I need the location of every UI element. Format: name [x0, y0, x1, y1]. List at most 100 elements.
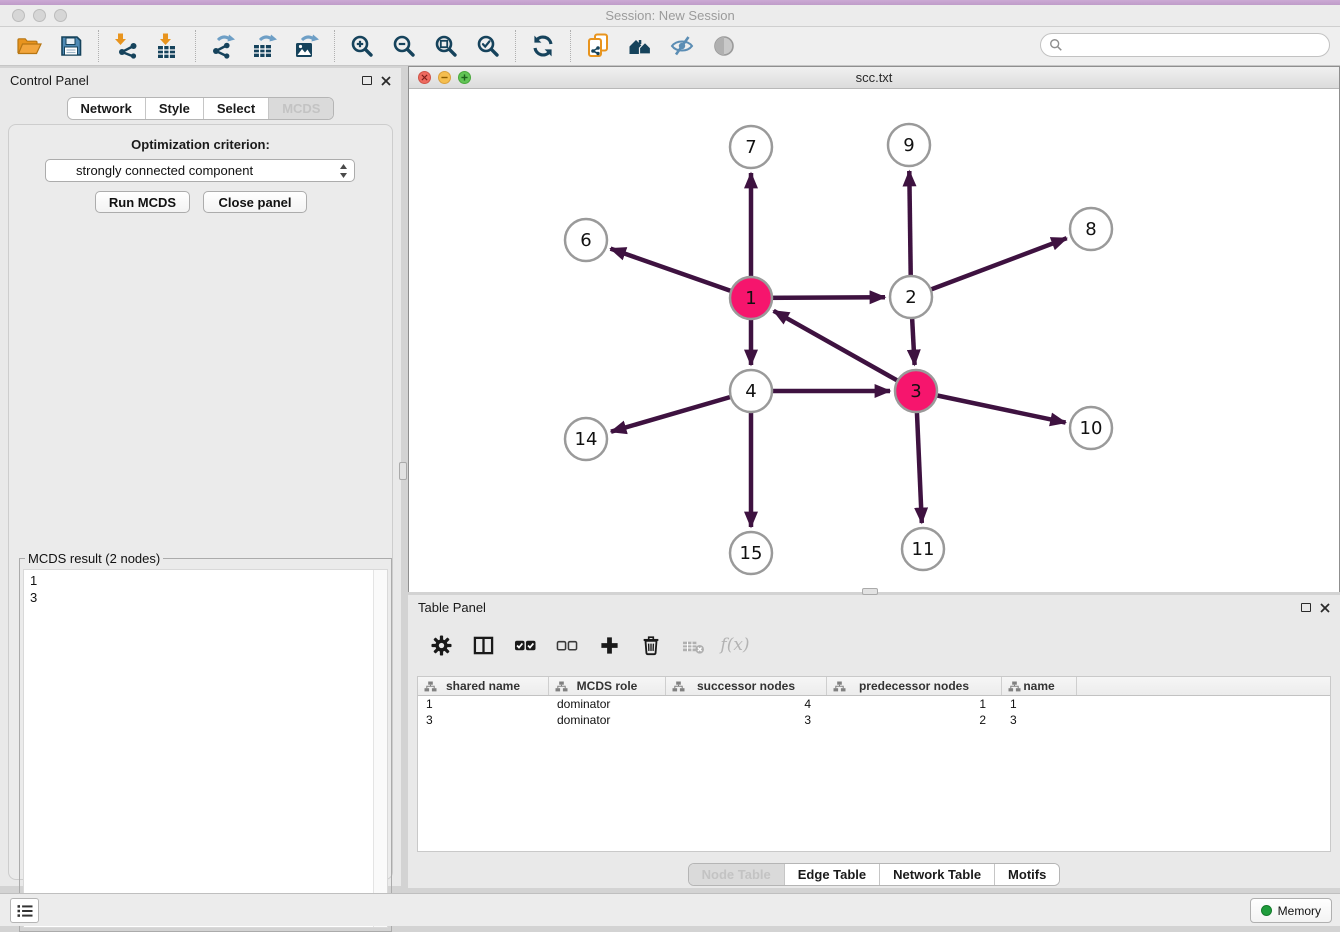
column-header-label: MCDS role: [577, 679, 638, 693]
graph-node-label-10: 10: [1080, 418, 1103, 439]
zoom-out-button[interactable]: [388, 30, 420, 62]
zoom-in-button[interactable]: [346, 30, 378, 62]
eye-slash-icon: [670, 34, 694, 58]
checked-boxes-icon: [514, 635, 536, 656]
horizontal-splitter-handle[interactable]: [862, 588, 878, 595]
export-image-button[interactable]: [291, 30, 323, 62]
toolbar-separator: [515, 30, 516, 62]
table-row[interactable]: 3dominator323: [418, 712, 1330, 728]
network-title: scc.txt: [409, 70, 1339, 85]
graph-node-label-14: 14: [575, 429, 598, 450]
control-panel-tabbar: Network Style Select MCDS: [67, 97, 335, 120]
search-icon: [1049, 38, 1063, 52]
tab-node-table[interactable]: Node Table: [689, 864, 785, 885]
zoom-fit-icon: [434, 34, 458, 58]
tab-select[interactable]: Select: [204, 98, 269, 119]
tab-network-table[interactable]: Network Table: [880, 864, 995, 885]
optimization-criterion-label: Optimization criterion:: [9, 137, 392, 152]
main-toolbar: [0, 27, 1340, 66]
network-graph: 1234678910111415: [409, 89, 1339, 592]
memory-button[interactable]: Memory: [1250, 898, 1332, 923]
refresh-icon: [531, 34, 555, 58]
mcds-result-text[interactable]: 1 3: [23, 569, 388, 928]
close-panel-button[interactable]: Close panel: [203, 191, 307, 213]
hierarchy-icon: [555, 681, 568, 692]
toolbar-separator: [98, 30, 99, 62]
import-network-button[interactable]: [110, 30, 142, 62]
zoom-out-icon: [392, 34, 416, 58]
open-session-button[interactable]: [13, 30, 45, 62]
graph-edge-3-1[interactable]: [774, 311, 916, 391]
zoom-fit-button[interactable]: [430, 30, 462, 62]
show-panels-button[interactable]: [708, 30, 740, 62]
function-builder-button[interactable]: f(x): [722, 632, 748, 658]
save-floppy-icon: [59, 34, 83, 58]
apply-layout-button[interactable]: [527, 30, 559, 62]
column-header-predecessor-nodes[interactable]: predecessor nodes: [827, 677, 1002, 695]
float-panel-icon[interactable]: [362, 76, 372, 85]
column-header-shared-name[interactable]: shared name: [418, 677, 549, 695]
task-history-button[interactable]: [10, 898, 39, 923]
run-mcds-button[interactable]: Run MCDS: [95, 191, 190, 213]
result-scrollbar[interactable]: [373, 570, 387, 927]
column-header-label: successor nodes: [697, 679, 795, 693]
save-session-button[interactable]: [55, 30, 87, 62]
mcds-result-box: MCDS result (2 nodes) 1 3: [19, 551, 392, 932]
tab-edge-table[interactable]: Edge Table: [785, 864, 880, 885]
close-panel-icon[interactable]: [381, 76, 391, 86]
graph-edge-2-8[interactable]: [911, 238, 1067, 297]
network-view-window: scc.txt 1234678910111415: [408, 66, 1340, 592]
network-canvas[interactable]: 1234678910111415: [409, 89, 1339, 592]
tab-mcds[interactable]: MCDS: [269, 98, 333, 119]
float-table-panel-icon[interactable]: [1301, 603, 1311, 612]
control-panel: Control Panel Network Style Select MCDS …: [0, 68, 401, 886]
deselect-all-button[interactable]: [554, 632, 580, 658]
hierarchy-icon: [833, 681, 846, 692]
selected-criterion: strongly connected component: [52, 163, 339, 178]
table-cell: 4: [666, 696, 827, 712]
search-input[interactable]: [1068, 38, 1329, 52]
zoom-in-icon: [350, 34, 374, 58]
add-column-button[interactable]: [596, 632, 622, 658]
delete-column-button[interactable]: [638, 632, 664, 658]
select-stepper-icon: [339, 163, 348, 179]
column-header-MCDS-role[interactable]: MCDS role: [549, 677, 666, 695]
import-table-button[interactable]: [152, 30, 184, 62]
table-row[interactable]: 1dominator411: [418, 696, 1330, 712]
clone-network-button[interactable]: [582, 30, 614, 62]
zoom-selected-button[interactable]: [472, 30, 504, 62]
memory-status-dot: [1261, 905, 1272, 916]
delete-table-button[interactable]: [680, 632, 706, 658]
import-network-icon: [113, 33, 139, 59]
column-header-successor-nodes[interactable]: successor nodes: [666, 677, 827, 695]
tab-style[interactable]: Style: [146, 98, 204, 119]
graph-edge-1-6[interactable]: [611, 249, 752, 298]
graph-node-label-1: 1: [745, 288, 756, 309]
fx-icon: f(x): [720, 635, 749, 655]
vertical-splitter-handle[interactable]: [399, 462, 407, 480]
list-icon: [15, 901, 35, 921]
tab-motifs[interactable]: Motifs: [995, 864, 1059, 885]
column-header-name[interactable]: name: [1002, 677, 1077, 695]
table-options-button[interactable]: [428, 632, 454, 658]
tab-network[interactable]: Network: [68, 98, 146, 119]
export-network-icon: [210, 33, 236, 59]
select-all-button[interactable]: [512, 632, 538, 658]
toolbar-separator: [334, 30, 335, 62]
column-layout-button[interactable]: [470, 632, 496, 658]
graph-edge-3-10[interactable]: [916, 391, 1066, 423]
eye-disabled-icon: [712, 34, 736, 58]
export-network-button[interactable]: [207, 30, 239, 62]
delete-table-icon: [682, 635, 705, 656]
window-title: Session: New Session: [0, 8, 1340, 23]
column-header-label: shared name: [446, 679, 520, 693]
graph-node-label-8: 8: [1085, 219, 1096, 240]
homes-icon: [628, 34, 652, 58]
control-panel-header: Control Panel: [0, 68, 401, 93]
export-table-button[interactable]: [249, 30, 281, 62]
table-cell: 3: [666, 712, 827, 728]
optimization-criterion-select[interactable]: strongly connected component: [45, 159, 355, 182]
hide-panels-button[interactable]: [666, 30, 698, 62]
close-table-panel-icon[interactable]: [1320, 603, 1330, 613]
reset-view-button[interactable]: [624, 30, 656, 62]
